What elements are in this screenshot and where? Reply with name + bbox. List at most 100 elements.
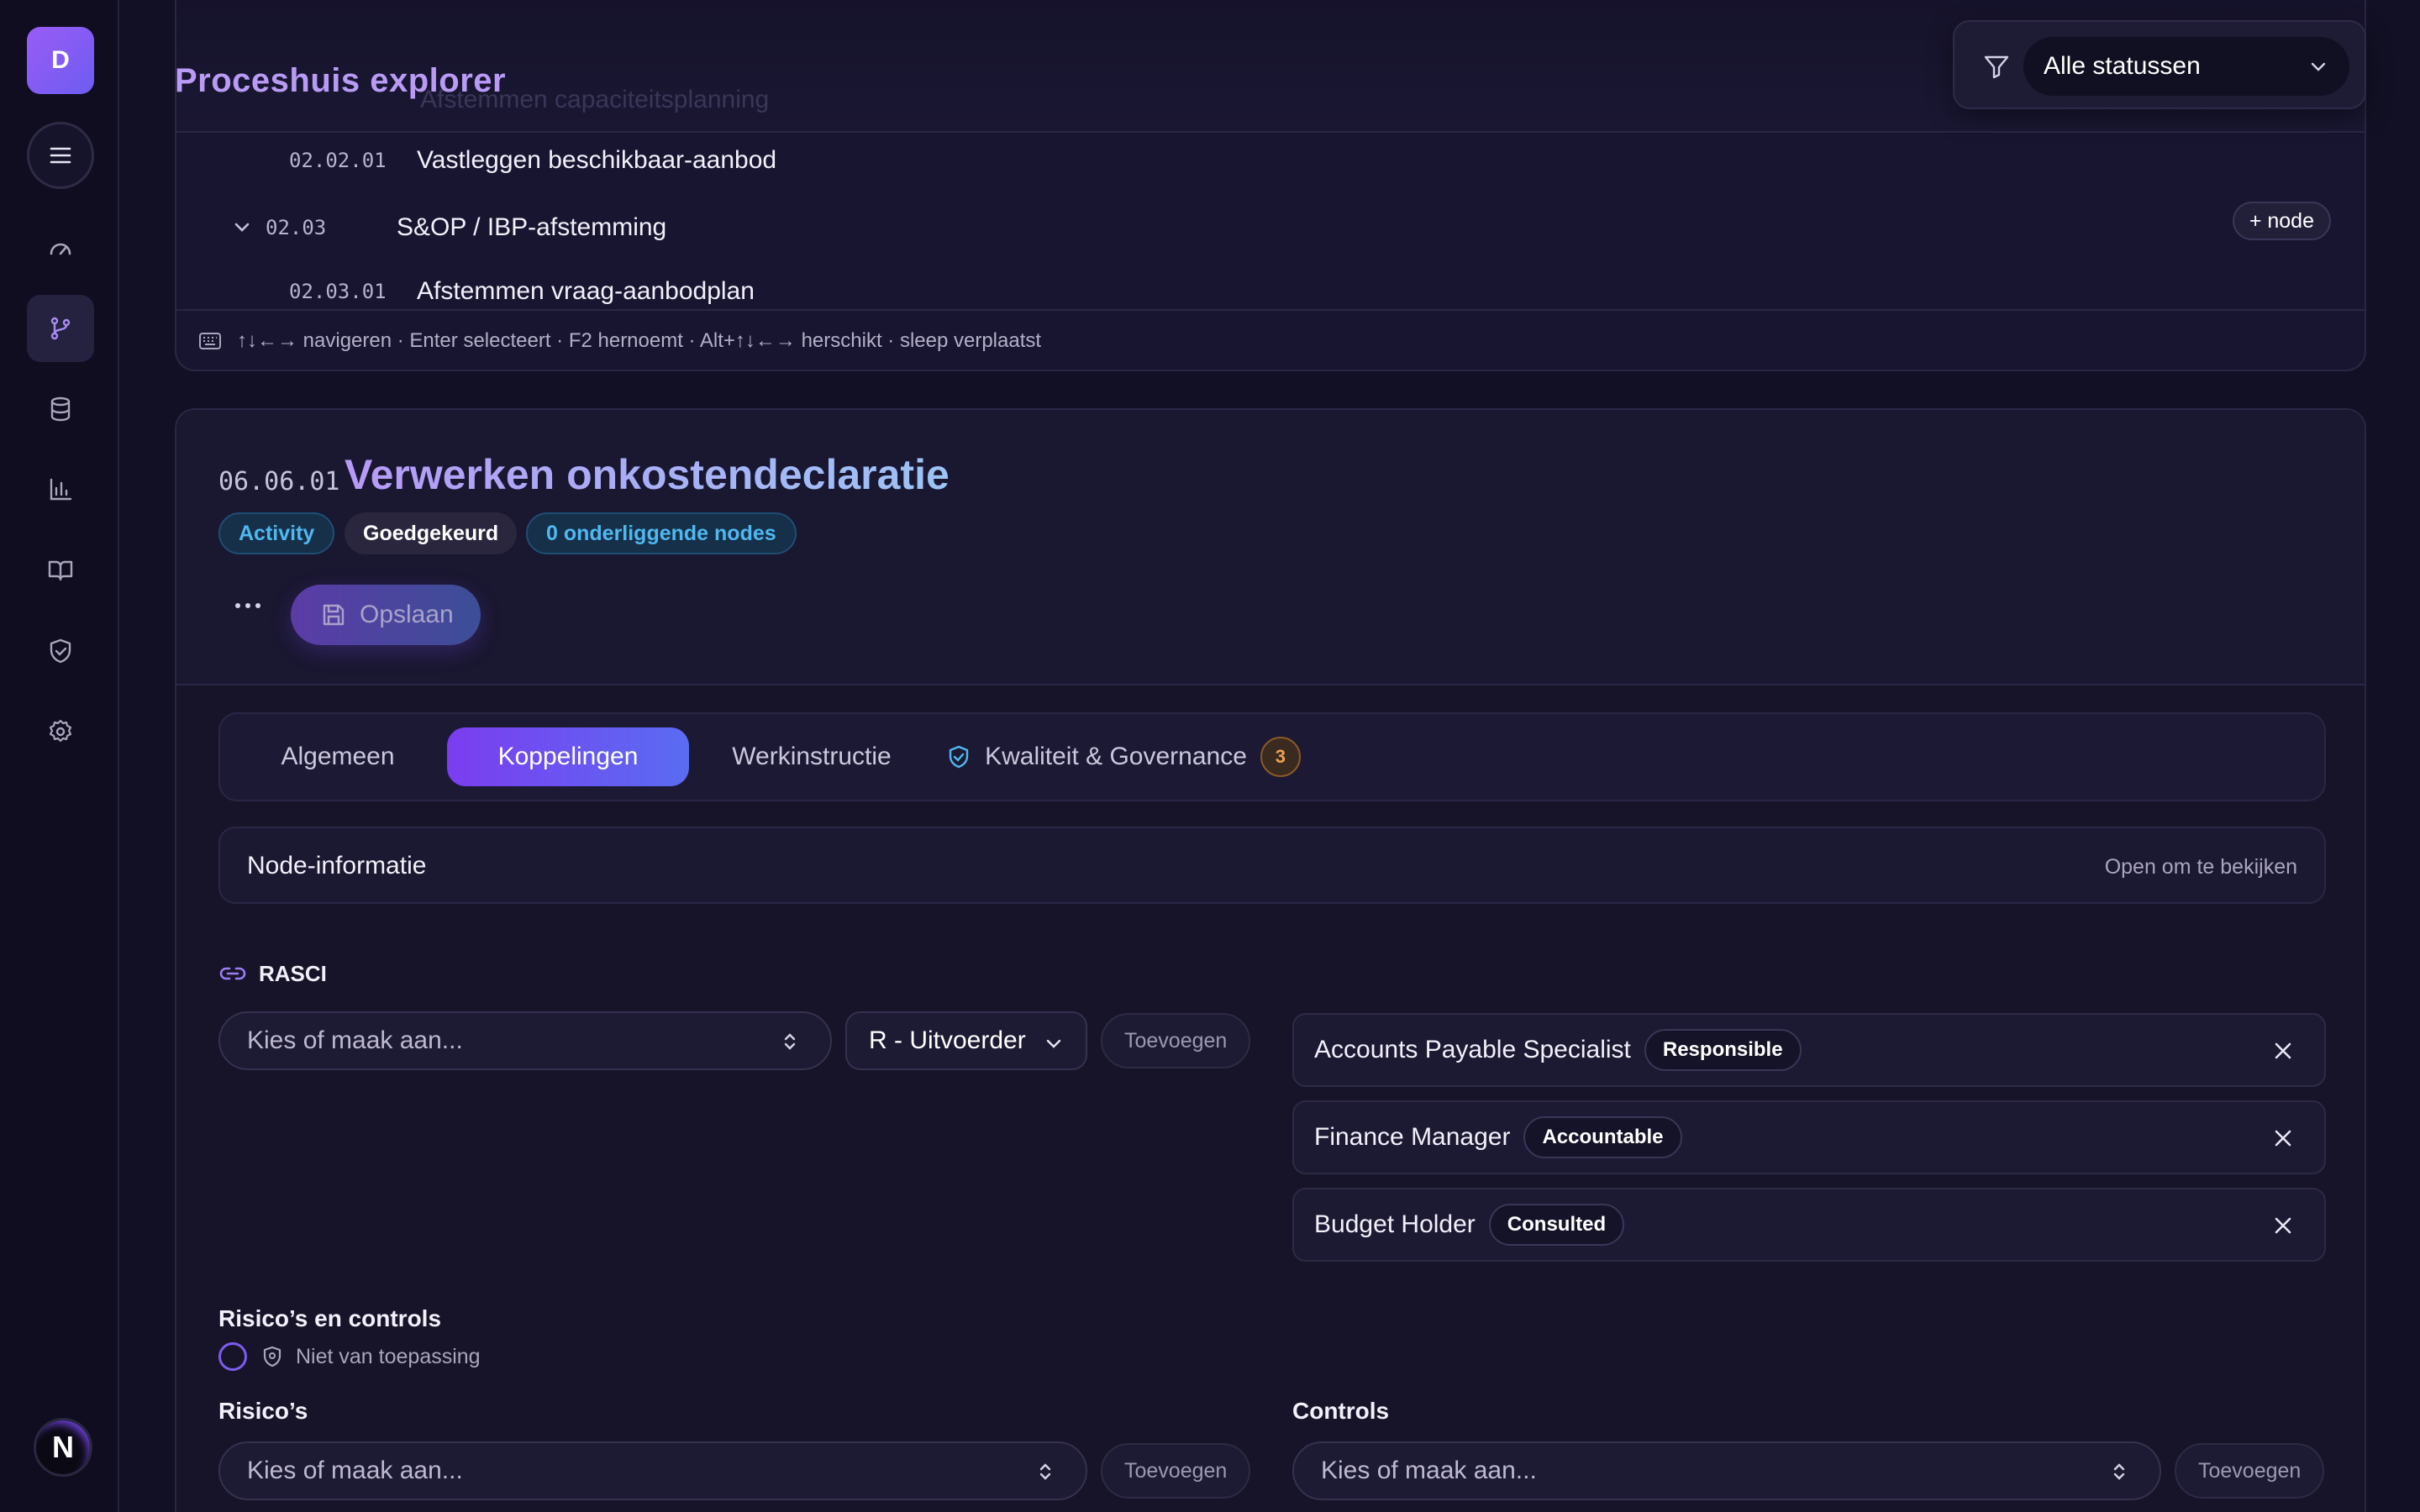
node-code: 06.06.01 [218,467,340,496]
avatar-initial: D [51,46,70,74]
nav-reports[interactable] [27,456,94,523]
filter-icon [1984,55,2009,79]
hamburger-icon [50,147,71,164]
combobox-placeholder: Kies of maak aan... [247,1026,463,1054]
tab-quality-label: Kwaliteit & Governance [985,743,1247,770]
close-icon[interactable] [2272,1127,2294,1149]
shield-icon [50,638,71,664]
type-badge: Activity [218,512,335,554]
shield-check-icon [949,745,969,769]
controls-label: Controls [1292,1398,1390,1424]
status-select[interactable]: Alle statussen [2023,37,2349,96]
assignment-role-badge: Responsible [1644,1029,1802,1071]
tab-general[interactable]: Algemeen [235,727,440,786]
chevron-down-icon [1046,1039,1061,1048]
node-info-title: Node-informatie [247,852,427,879]
save-button[interactable]: Opslaan [291,585,481,645]
nav-settings[interactable] [27,698,94,765]
tab-links[interactable]: Koppelingen [447,727,689,786]
page-title: Proceshuis explorer [175,62,507,99]
detail-header: 06.06.01 Verwerken onkostendeclaratie Ac… [176,410,2365,685]
quality-count-badge: 3 [1260,737,1301,777]
status-filter: Alle statussen [1953,20,2366,109]
brand-logo[interactable]: N [34,1418,92,1477]
node-detail-card: 06.06.01 Verwerken onkostendeclaratie Ac… [175,408,2366,1512]
combobox-placeholder: Kies of maak aan... [1321,1457,1537,1484]
tree-code: 02.03 [266,216,327,239]
nav-process-explorer[interactable] [27,295,94,362]
more-dot-icon [235,603,240,608]
tree-row[interactable]: 02.02.01 Vastleggen beschikbaar-aanbod [176,128,2365,193]
nav-dashboard[interactable] [27,215,94,282]
status-badge: Goedgekeurd [345,512,518,554]
close-icon[interactable] [2272,1215,2294,1236]
tree-label: Vastleggen beschikbaar-aanbod [417,146,777,174]
controls-add-button[interactable]: Toevoegen [2175,1443,2325,1499]
keyboard-hint-bar: ↑↓←→ navigeren · Enter selecteert · F2 h… [176,309,2365,371]
rasci-assignment: Accounts Payable Specialist Responsible [1292,1013,2326,1087]
tab-instruction[interactable]: Werkinstructie [696,727,928,786]
tree-label: S&OP / IBP-afstemming [397,213,667,241]
book-icon [48,560,73,581]
node-info-accordion[interactable]: Node-informatie Open om te bekijken [218,827,2326,904]
rasci-role-select[interactable]: R - Uitvoerder [845,1011,1087,1070]
risks-add-button[interactable]: Toevoegen [1101,1443,1251,1499]
risks-label: Risico’s [218,1398,308,1424]
tree-row[interactable]: 02.03 S&OP / IBP-afstemming [176,195,2365,260]
menu-button[interactable] [27,122,94,189]
node-info-hint: Open om te bekijken [2104,855,2297,879]
assignment-name: Finance Manager [1314,1123,1511,1151]
assignment-role-badge: Consulted [1488,1204,1625,1246]
assignment-name: Budget Holder [1314,1210,1476,1238]
rasci-section-title: RASCI [218,959,327,988]
sidebar: D N [0,0,119,1512]
more-options-button[interactable] [227,593,269,618]
chart-icon [50,478,72,501]
risks-controls-title: Risico’s en controls [218,1305,442,1331]
add-node-button[interactable]: + node [2232,202,2331,240]
chevron-up-down-icon [1039,1463,1051,1480]
brand-letter: N [52,1430,74,1464]
rasci-person-combobox[interactable]: Kies of maak aan... [218,1011,832,1070]
nav-governance[interactable] [27,617,94,685]
tree-code: 02.02.01 [289,149,387,172]
tree-label: Afstemmen vraag-aanbodplan [417,277,755,305]
link-icon [219,967,246,980]
tab-quality-governance[interactable]: Kwaliteit & Governance 3 [934,727,1313,786]
tree-code: 02.03.01 [289,280,387,303]
risks-combobox[interactable]: Kies of maak aan... [218,1441,1087,1500]
chevron-down-icon[interactable] [230,216,254,239]
controls-combobox[interactable]: Kies of maak aan... [1292,1441,2161,1500]
rasci-add-button[interactable]: Toevoegen [1101,1013,1251,1068]
database-icon [50,396,71,422]
combobox-placeholder: Kies of maak aan... [247,1457,463,1484]
nav-data[interactable] [27,375,94,443]
shield-icon [263,1346,281,1368]
not-applicable-label: Niet van toepassing [296,1344,481,1368]
save-label: Opslaan [360,601,454,628]
children-count-badge: 0 onderliggende nodes [526,512,797,554]
more-dot-icon [245,603,250,608]
chevron-down-icon [2311,62,2326,71]
close-icon[interactable] [2272,1040,2294,1062]
assignment-role-badge: Accountable [1523,1116,1682,1158]
rasci-assignment: Finance Manager Accountable [1292,1100,2326,1174]
nav-docs[interactable] [27,537,94,604]
dashboard-icon [50,243,71,255]
chevron-up-down-icon [2113,1463,2125,1480]
branch-icon [50,317,71,340]
gear-icon [49,719,72,743]
workspace-avatar[interactable]: D [27,27,94,94]
save-icon [323,604,345,626]
not-applicable-radio[interactable] [218,1342,247,1371]
chevron-up-down-icon [784,1033,796,1050]
status-select-value: Alle statussen [2044,52,2201,80]
keyboard-icon [199,333,221,349]
rasci-assignment: Budget Holder Consulted [1292,1188,2326,1262]
more-dot-icon [255,603,260,608]
detail-tabs: Algemeen Koppelingen Werkinstructie Kwal… [218,712,2326,801]
node-title: Verwerken onkostendeclaratie [345,451,950,498]
not-applicable-option[interactable]: Niet van toepassing [218,1342,481,1371]
role-select-value: R - Uitvoerder [869,1026,1026,1054]
rasci-title-text: RASCI [259,960,327,986]
